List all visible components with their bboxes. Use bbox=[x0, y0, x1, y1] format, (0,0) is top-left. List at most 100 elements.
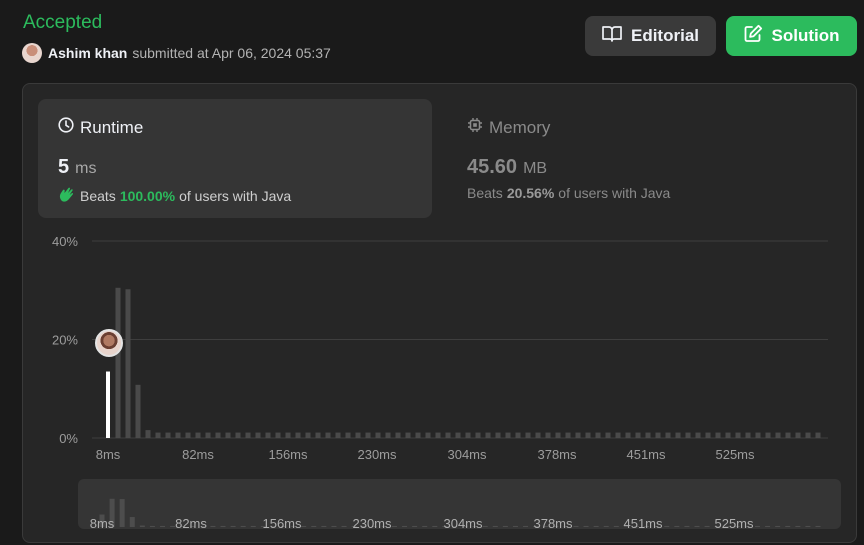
bar[interactable] bbox=[165, 432, 171, 438]
bar[interactable] bbox=[305, 432, 311, 438]
bar[interactable] bbox=[535, 432, 541, 438]
overview-bar bbox=[341, 525, 347, 527]
bar[interactable] bbox=[505, 432, 511, 438]
bar[interactable] bbox=[135, 384, 141, 438]
bar[interactable] bbox=[515, 432, 521, 438]
overview-x-tick-label: 156ms bbox=[262, 516, 302, 531]
bar[interactable] bbox=[375, 432, 381, 438]
bar[interactable] bbox=[185, 432, 191, 438]
bar[interactable] bbox=[665, 432, 671, 438]
bar[interactable] bbox=[545, 432, 551, 438]
bar[interactable] bbox=[155, 432, 161, 438]
overview-bar bbox=[593, 525, 599, 527]
bar[interactable] bbox=[645, 432, 651, 438]
bar[interactable] bbox=[225, 432, 231, 438]
overview-bar bbox=[432, 525, 438, 527]
overview-bar bbox=[785, 525, 791, 527]
bar[interactable] bbox=[455, 432, 461, 438]
user-avatar-marker[interactable] bbox=[95, 329, 123, 357]
overview-x-tick-label: 304ms bbox=[443, 516, 483, 531]
bar[interactable] bbox=[255, 432, 261, 438]
bar[interactable] bbox=[795, 432, 801, 438]
bar[interactable] bbox=[325, 432, 331, 438]
bar[interactable] bbox=[445, 432, 451, 438]
overview-bar bbox=[754, 525, 760, 527]
bar[interactable] bbox=[575, 432, 581, 438]
bar[interactable] bbox=[195, 432, 201, 438]
overview-bar bbox=[573, 525, 579, 527]
bar[interactable] bbox=[675, 432, 681, 438]
overview-bar bbox=[805, 525, 811, 527]
bar[interactable] bbox=[145, 430, 151, 438]
overview-bar bbox=[210, 525, 216, 527]
bar[interactable] bbox=[605, 432, 611, 438]
bar[interactable] bbox=[115, 287, 121, 438]
overview-bar bbox=[795, 525, 801, 527]
overview-bar bbox=[523, 525, 529, 527]
overview-bar bbox=[331, 525, 337, 527]
highlight-bar[interactable] bbox=[106, 371, 110, 438]
bar[interactable] bbox=[235, 432, 241, 438]
bar[interactable] bbox=[755, 432, 761, 438]
bar[interactable] bbox=[745, 432, 751, 438]
x-tick-label: 378ms bbox=[537, 447, 577, 462]
bar[interactable] bbox=[245, 432, 251, 438]
bar[interactable] bbox=[485, 432, 491, 438]
y-tick-label: 0% bbox=[59, 431, 78, 446]
bar[interactable] bbox=[705, 432, 711, 438]
bar[interactable] bbox=[565, 432, 571, 438]
bar[interactable] bbox=[315, 432, 321, 438]
bar[interactable] bbox=[335, 432, 341, 438]
bar[interactable] bbox=[355, 432, 361, 438]
bar[interactable] bbox=[125, 289, 131, 438]
overview-bar bbox=[301, 525, 307, 527]
bar[interactable] bbox=[695, 432, 701, 438]
overview-bar bbox=[391, 525, 397, 527]
runtime-distribution-chart[interactable]: 40% 20% 0% 8ms 82ms 156ms 230ms 304ms 378ms 451ms… bbox=[0, 0, 864, 545]
bar[interactable] bbox=[685, 432, 691, 438]
overview-bar bbox=[139, 525, 145, 527]
bar[interactable] bbox=[765, 432, 771, 438]
bar[interactable] bbox=[735, 432, 741, 438]
bar[interactable] bbox=[385, 432, 391, 438]
bar[interactable] bbox=[435, 432, 441, 438]
y-tick-label: 20% bbox=[52, 333, 78, 348]
bar[interactable] bbox=[275, 432, 281, 438]
x-tick-label: 304ms bbox=[447, 447, 487, 462]
bar[interactable] bbox=[815, 432, 821, 438]
y-tick-label: 40% bbox=[52, 234, 78, 249]
bar[interactable] bbox=[655, 432, 661, 438]
bar[interactable] bbox=[205, 432, 211, 438]
overview-bar bbox=[583, 525, 589, 527]
bar[interactable] bbox=[295, 432, 301, 438]
overview-bar bbox=[482, 525, 488, 527]
bar[interactable] bbox=[625, 432, 631, 438]
bar[interactable] bbox=[175, 432, 181, 438]
bar[interactable] bbox=[465, 432, 471, 438]
bar[interactable] bbox=[415, 432, 421, 438]
bar[interactable] bbox=[345, 432, 351, 438]
bar[interactable] bbox=[585, 432, 591, 438]
bar[interactable] bbox=[715, 432, 721, 438]
bar[interactable] bbox=[395, 432, 401, 438]
bar[interactable] bbox=[215, 432, 221, 438]
bar[interactable] bbox=[425, 432, 431, 438]
bar[interactable] bbox=[525, 432, 531, 438]
bar[interactable] bbox=[495, 432, 501, 438]
bar[interactable] bbox=[285, 432, 291, 438]
bar[interactable] bbox=[615, 432, 621, 438]
bar[interactable] bbox=[785, 432, 791, 438]
bar[interactable] bbox=[405, 432, 411, 438]
bar[interactable] bbox=[775, 432, 781, 438]
bar[interactable] bbox=[475, 432, 481, 438]
bar[interactable] bbox=[805, 432, 811, 438]
bar[interactable] bbox=[595, 432, 601, 438]
overview-bar bbox=[412, 525, 418, 527]
overview-bar bbox=[422, 525, 428, 527]
bar[interactable] bbox=[265, 432, 271, 438]
bar[interactable] bbox=[365, 432, 371, 438]
bar[interactable] bbox=[555, 432, 561, 438]
bar[interactable] bbox=[635, 432, 641, 438]
bar[interactable] bbox=[725, 432, 731, 438]
x-tick-label: 230ms bbox=[357, 447, 397, 462]
